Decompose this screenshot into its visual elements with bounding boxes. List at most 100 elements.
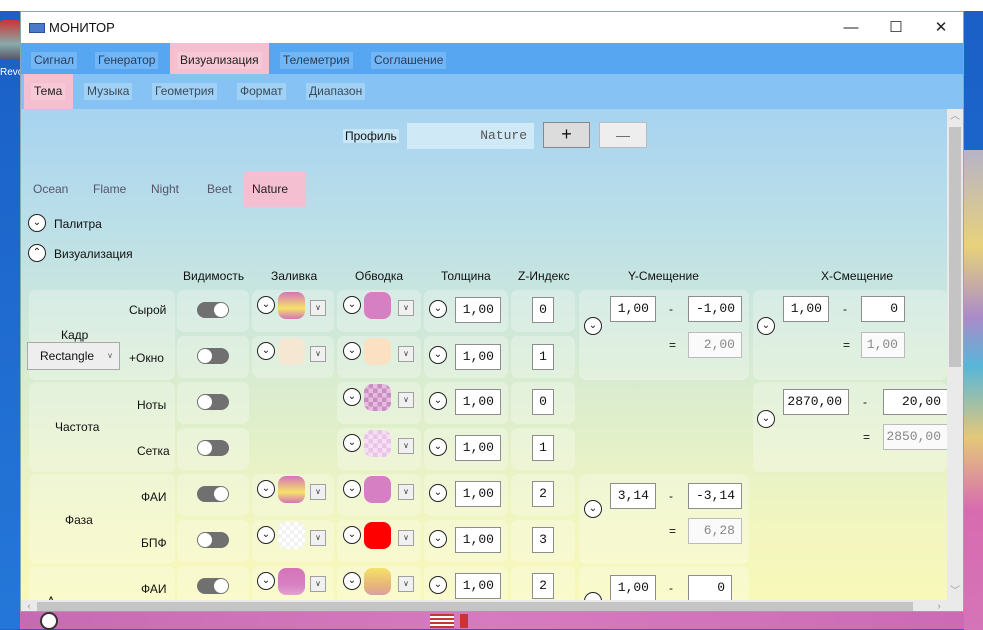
thickness-expand-icon[interactable]: ⌄: [429, 576, 447, 594]
thickness-expand-icon[interactable]: ⌄: [429, 346, 447, 364]
horizontal-scrollbar[interactable]: ‹ ›: [21, 600, 947, 611]
vertical-scroll-thumb[interactable]: [949, 127, 961, 367]
palette-section[interactable]: Палитра: [54, 217, 102, 231]
xoffset-expand-icon[interactable]: ⌄: [757, 410, 775, 428]
stroke-swatch[interactable]: [364, 384, 391, 411]
profile-tab-flame[interactable]: Flame: [85, 172, 134, 207]
fill-dropdown-icon[interactable]: ∨: [310, 484, 326, 500]
visibility-toggle[interactable]: [197, 486, 229, 502]
stroke-expand-icon[interactable]: ⌄: [343, 434, 361, 452]
stroke-swatch[interactable]: [364, 338, 391, 365]
yoffset-expand-icon[interactable]: ⌄: [584, 317, 602, 335]
thickness-field[interactable]: 1,00: [455, 573, 501, 599]
scroll-right-icon[interactable]: ›: [931, 600, 947, 611]
tab-agreement[interactable]: Соглашение: [371, 52, 447, 69]
stroke-swatch[interactable]: [364, 522, 391, 549]
palette-expand-icon[interactable]: ⌄: [28, 214, 46, 232]
stroke-swatch[interactable]: [364, 430, 391, 457]
tab-music[interactable]: Музыка: [84, 83, 133, 100]
zindex-field[interactable]: 1: [532, 435, 554, 461]
stroke-swatch[interactable]: [364, 292, 391, 319]
title-bar[interactable]: МОНИТОР — ☐ ✕: [21, 12, 963, 43]
visual-collapse-icon[interactable]: ⌃: [28, 244, 46, 262]
zindex-field[interactable]: 0: [532, 389, 554, 415]
scroll-left-icon[interactable]: ‹: [21, 600, 37, 611]
stroke-expand-icon[interactable]: ⌄: [343, 572, 361, 590]
visibility-toggle[interactable]: [197, 532, 229, 548]
thickness-expand-icon[interactable]: ⌄: [429, 392, 447, 410]
minimize-button[interactable]: —: [828, 12, 874, 43]
thickness-expand-icon[interactable]: ⌄: [429, 484, 447, 502]
tab-telemetry[interactable]: Телеметрия: [280, 52, 353, 69]
fill-expand-icon[interactable]: ⌄: [257, 296, 275, 314]
yoffset-a-field[interactable]: 3,14: [610, 483, 656, 509]
fill-dropdown-icon[interactable]: ∨: [310, 300, 326, 316]
scroll-up-icon[interactable]: ︿: [947, 109, 963, 125]
fill-swatch[interactable]: [278, 338, 305, 365]
stroke-expand-icon[interactable]: ⌄: [343, 388, 361, 406]
tab-signal[interactable]: Сигнал: [31, 52, 78, 69]
stroke-dropdown-icon[interactable]: ∨: [398, 346, 414, 362]
fill-swatch[interactable]: [278, 292, 305, 319]
zindex-field[interactable]: 2: [532, 573, 554, 599]
xoffset-b-field[interactable]: 0: [861, 296, 905, 322]
xoffset-a-field[interactable]: 2870,00: [783, 389, 849, 415]
stroke-dropdown-icon[interactable]: ∨: [398, 530, 414, 546]
tab-generator[interactable]: Генератор: [95, 52, 159, 69]
close-button[interactable]: ✕: [918, 12, 963, 43]
thickness-expand-icon[interactable]: ⌄: [429, 438, 447, 456]
thickness-expand-icon[interactable]: ⌄: [429, 300, 447, 318]
thickness-field[interactable]: 1,00: [455, 527, 501, 553]
horizontal-scroll-thumb[interactable]: [37, 602, 913, 611]
visibility-toggle[interactable]: [197, 302, 229, 318]
xoffset-expand-icon[interactable]: ⌄: [757, 317, 775, 335]
tab-range[interactable]: Диапазон: [306, 83, 366, 100]
zindex-field[interactable]: 0: [532, 297, 554, 323]
thickness-field[interactable]: 1,00: [455, 389, 501, 415]
stroke-swatch[interactable]: [364, 476, 391, 503]
profile-tab-nature[interactable]: Nature: [244, 172, 306, 207]
visibility-toggle[interactable]: [197, 440, 229, 456]
visibility-toggle[interactable]: [197, 348, 229, 364]
thickness-field[interactable]: 1,00: [455, 481, 501, 507]
stroke-dropdown-icon[interactable]: ∨: [398, 392, 414, 408]
tab-visualization[interactable]: Визуализация: [177, 52, 262, 69]
thickness-field[interactable]: 1,00: [455, 297, 501, 323]
vertical-scrollbar[interactable]: ︿ ﹀: [947, 109, 963, 600]
fill-swatch[interactable]: [278, 522, 305, 549]
xoffset-a-field[interactable]: 1,00: [783, 296, 829, 322]
zindex-field[interactable]: 1: [532, 344, 554, 370]
fill-swatch[interactable]: [278, 476, 305, 503]
fill-expand-icon[interactable]: ⌄: [257, 572, 275, 590]
shape-select[interactable]: Rectangle ∨: [27, 342, 120, 370]
fill-dropdown-icon[interactable]: ∨: [310, 346, 326, 362]
visual-section[interactable]: Визуализация: [54, 247, 133, 261]
profile-tab-ocean[interactable]: Ocean: [25, 172, 76, 207]
maximize-button[interactable]: ☐: [873, 12, 919, 43]
xoffset-b-field[interactable]: 20,00: [883, 389, 947, 415]
fill-swatch[interactable]: [278, 568, 305, 595]
visibility-toggle[interactable]: [197, 394, 229, 410]
tab-theme[interactable]: Тема: [31, 83, 66, 100]
yoffset-a-field[interactable]: 1,00: [610, 575, 656, 600]
yoffset-b-field[interactable]: -1,00: [688, 296, 742, 322]
thickness-expand-icon[interactable]: ⌄: [429, 530, 447, 548]
fill-dropdown-icon[interactable]: ∨: [310, 576, 326, 592]
stroke-dropdown-icon[interactable]: ∨: [398, 576, 414, 592]
fill-expand-icon[interactable]: ⌄: [257, 480, 275, 498]
stroke-swatch[interactable]: [364, 568, 391, 595]
profile-input[interactable]: Nature: [407, 123, 534, 149]
stroke-expand-icon[interactable]: ⌄: [343, 480, 361, 498]
stroke-expand-icon[interactable]: ⌄: [343, 342, 361, 360]
yoffset-expand-icon[interactable]: ⌄: [584, 500, 602, 518]
yoffset-a-field[interactable]: 1,00: [610, 296, 656, 322]
scroll-down-icon[interactable]: ﹀: [947, 584, 963, 600]
fill-expand-icon[interactable]: ⌄: [257, 526, 275, 544]
thickness-field[interactable]: 1,00: [455, 435, 501, 461]
profile-tab-night[interactable]: Night: [143, 172, 187, 207]
fill-expand-icon[interactable]: ⌄: [257, 342, 275, 360]
yoffset-b-field[interactable]: -3,14: [688, 483, 742, 509]
zindex-field[interactable]: 2: [532, 481, 554, 507]
visibility-toggle[interactable]: [197, 578, 229, 594]
remove-profile-button[interactable]: —: [599, 122, 647, 148]
